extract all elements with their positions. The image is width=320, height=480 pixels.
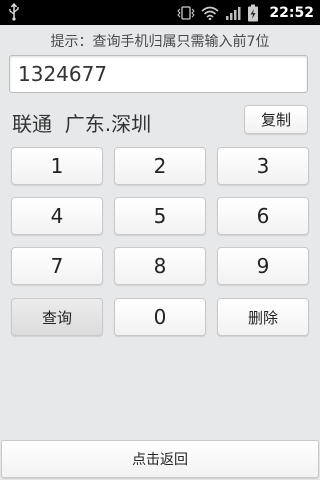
query-button[interactable]: 查询	[11, 298, 103, 336]
key-7[interactable]: 7	[11, 247, 103, 285]
key-1[interactable]: 1	[11, 147, 103, 185]
key-2[interactable]: 2	[114, 147, 206, 185]
delete-button[interactable]: 删除	[217, 298, 309, 336]
wifi-icon	[201, 6, 219, 20]
signal-icon	[225, 6, 241, 20]
back-button[interactable]: 点击返回	[1, 440, 319, 478]
key-9[interactable]: 9	[217, 247, 309, 285]
phone-number-input[interactable]: 1324677	[9, 55, 308, 93]
copy-button[interactable]: 复制	[244, 105, 308, 134]
key-3[interactable]: 3	[217, 147, 309, 185]
battery-charging-icon	[247, 4, 259, 22]
key-6[interactable]: 6	[217, 197, 309, 235]
vibrate-icon	[177, 5, 196, 21]
clock: 22:52	[269, 4, 314, 21]
status-bar: 22:52	[0, 0, 320, 25]
hint-text: 提示：查询手机归属只需输入前7位	[50, 34, 270, 50]
usb-icon	[8, 3, 20, 21]
key-5[interactable]: 5	[114, 197, 206, 235]
key-0[interactable]: 0	[114, 298, 206, 336]
key-8[interactable]: 8	[114, 247, 206, 285]
key-4[interactable]: 4	[11, 197, 103, 235]
location-result: 联通 广东.深圳	[12, 112, 152, 136]
